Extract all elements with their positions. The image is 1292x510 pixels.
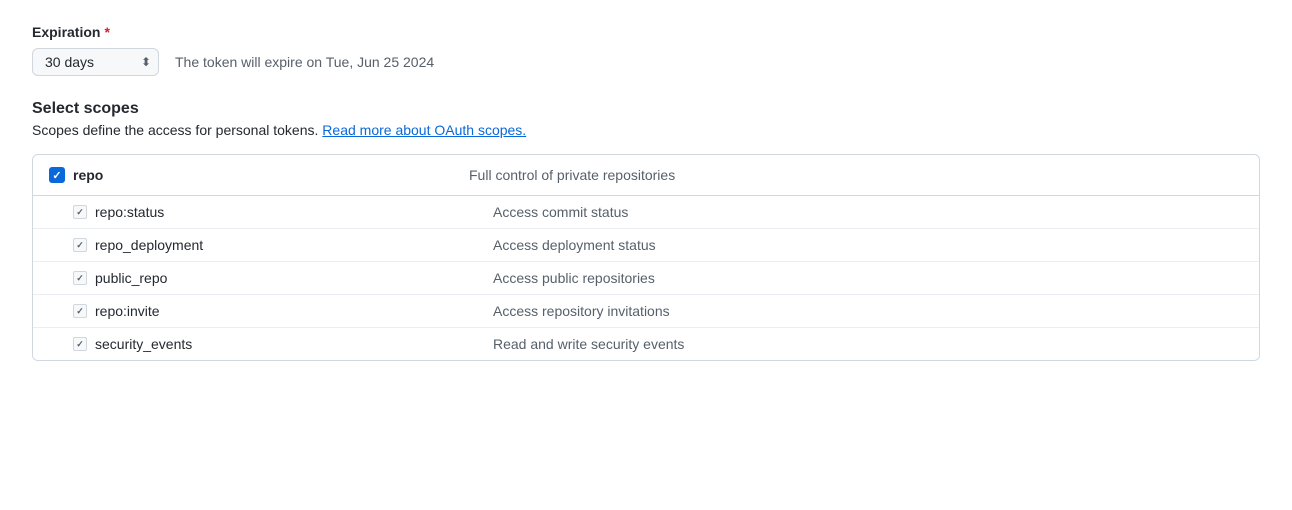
expiration-select[interactable]: 30 days 7 days 60 days 90 days Custom No… xyxy=(32,48,159,76)
scope-left-repo-deployment: ✓ repo_deployment xyxy=(73,237,493,253)
checkmark-icon: ✓ xyxy=(76,273,84,284)
scopes-box: ✓ repo Full control of private repositor… xyxy=(32,154,1260,361)
scopes-title: Select scopes xyxy=(32,100,1260,118)
scope-name-repo-invite: repo:invite xyxy=(95,303,160,319)
scope-desc-repo: Full control of private repositories xyxy=(469,167,675,183)
scope-row-public-repo: ✓ public_repo Access public repositories xyxy=(33,262,1259,295)
scope-name-repo-deployment: repo_deployment xyxy=(95,237,203,253)
scope-left-repo-status: ✓ repo:status xyxy=(73,204,493,220)
checkmark-icon: ✓ xyxy=(76,207,84,218)
checkmark-icon: ✓ xyxy=(76,339,84,350)
scope-desc-repo-deployment: Access deployment status xyxy=(493,237,656,253)
expiration-label-text: Expiration xyxy=(32,24,100,40)
checkbox-public-repo[interactable]: ✓ xyxy=(73,271,87,285)
scope-row-repo: ✓ repo Full control of private repositor… xyxy=(33,155,1259,196)
scopes-description: Scopes define the access for personal to… xyxy=(32,122,1260,138)
required-star: * xyxy=(104,24,109,40)
checkbox-repo[interactable]: ✓ xyxy=(49,167,65,183)
checkbox-security-events[interactable]: ✓ xyxy=(73,337,87,351)
checkbox-repo-invite[interactable]: ✓ xyxy=(73,304,87,318)
scope-name-public-repo: public_repo xyxy=(95,270,167,286)
scope-left-repo: ✓ repo xyxy=(49,167,469,183)
scope-row-security-events: ✓ security_events Read and write securit… xyxy=(33,328,1259,360)
oauth-scopes-link[interactable]: Read more about OAuth scopes. xyxy=(322,122,526,138)
scope-row-repo-status: ✓ repo:status Access commit status xyxy=(33,196,1259,229)
checkbox-repo-deployment[interactable]: ✓ xyxy=(73,238,87,252)
scope-left-security-events: ✓ security_events xyxy=(73,336,493,352)
expiration-section: Expiration * 30 days 7 days 60 days 90 d… xyxy=(32,24,1260,76)
scopes-description-text: Scopes define the access for personal to… xyxy=(32,122,318,138)
scope-left-repo-invite: ✓ repo:invite xyxy=(73,303,493,319)
scope-desc-repo-invite: Access repository invitations xyxy=(493,303,670,319)
checkmark-icon: ✓ xyxy=(76,240,84,251)
scope-row-repo-invite: ✓ repo:invite Access repository invitati… xyxy=(33,295,1259,328)
scope-desc-security-events: Read and write security events xyxy=(493,336,684,352)
expiration-row: 30 days 7 days 60 days 90 days Custom No… xyxy=(32,48,1260,76)
scope-name-security-events: security_events xyxy=(95,336,192,352)
scopes-section: Select scopes Scopes define the access f… xyxy=(32,100,1260,361)
checkmark-icon: ✓ xyxy=(76,306,84,317)
scope-name-repo-status: repo:status xyxy=(95,204,164,220)
scope-desc-repo-status: Access commit status xyxy=(493,204,628,220)
expiration-hint: The token will expire on Tue, Jun 25 202… xyxy=(175,54,434,70)
scope-desc-public-repo: Access public repositories xyxy=(493,270,655,286)
scope-left-public-repo: ✓ public_repo xyxy=(73,270,493,286)
checkbox-repo-status[interactable]: ✓ xyxy=(73,205,87,219)
expiration-select-wrapper: 30 days 7 days 60 days 90 days Custom No… xyxy=(32,48,159,76)
scope-row-repo-deployment: ✓ repo_deployment Access deployment stat… xyxy=(33,229,1259,262)
checkmark-icon: ✓ xyxy=(52,169,61,182)
scope-name-repo: repo xyxy=(73,167,103,183)
expiration-label: Expiration * xyxy=(32,24,1260,40)
